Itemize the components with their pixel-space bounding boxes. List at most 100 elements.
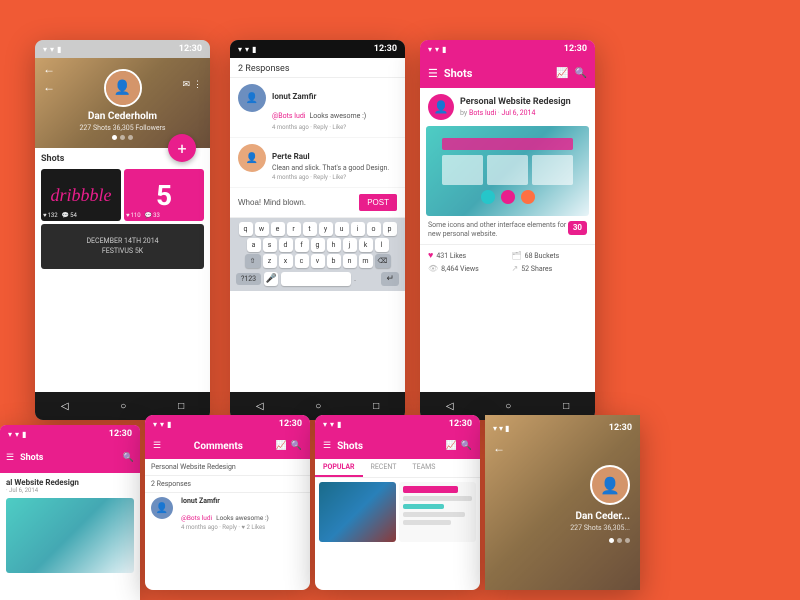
keyboard: qwertyuiop asdfghjkl ⇧zxcvbnm⌫ ?123 🎤 . … xyxy=(230,218,405,291)
comment-username-2: Perte Raul xyxy=(272,152,310,161)
comment-body-1: Ionut Zamfir @Bots ludi Looks awesome :)… xyxy=(272,84,397,131)
key-j[interactable]: j xyxy=(343,238,357,252)
status-time-3: 12:30 xyxy=(564,44,587,54)
name-b4: Dan Ceder... xyxy=(575,511,630,522)
key-q[interactable]: q xyxy=(239,222,253,236)
chart-b3[interactable]: 📈 xyxy=(446,441,457,451)
tab-teams[interactable]: TEAMS xyxy=(404,459,443,477)
signal-b3: ▾ xyxy=(323,420,327,429)
key-l[interactable]: l xyxy=(375,238,389,252)
app-bar-title: Shots xyxy=(444,67,550,80)
hamburger-b1[interactable]: ☰ xyxy=(6,453,14,463)
key-num[interactable]: ?123 xyxy=(236,273,261,285)
back-button[interactable]: ← xyxy=(43,62,55,76)
key-r[interactable]: r xyxy=(287,222,301,236)
mock-circle-3 xyxy=(521,190,535,204)
profile-avatar[interactable]: 👤 xyxy=(104,69,142,107)
keyboard-bottom: ?123 🎤 . ↵ xyxy=(233,270,402,288)
key-x[interactable]: x xyxy=(279,254,293,268)
heart-icon: ♥ xyxy=(428,250,433,261)
key-u[interactable]: u xyxy=(335,222,349,236)
key-k[interactable]: k xyxy=(359,238,373,252)
shot-ux[interactable] xyxy=(399,482,476,542)
profile-content-b4: 👤 Dan Ceder... 227 Shots 36,305... xyxy=(485,415,640,553)
bar-title-b1: Shots xyxy=(20,453,43,463)
key-d[interactable]: d xyxy=(279,238,293,252)
search-b3[interactable]: 🔍 xyxy=(461,441,472,451)
key-v[interactable]: v xyxy=(311,254,325,268)
shot-thumb-number5[interactable]: 5 ♥ 110 💬 33 xyxy=(124,169,204,221)
key-h[interactable]: h xyxy=(327,238,341,252)
key-o[interactable]: o xyxy=(367,222,381,236)
shot-thumb-festivus[interactable]: DECEMBER 14TH 2014FESTIVUS 5K xyxy=(41,224,204,269)
profile-name: Dan Cederholm xyxy=(88,111,157,122)
key-t[interactable]: t xyxy=(303,222,317,236)
post-button[interactable]: POST xyxy=(359,194,397,211)
battery-b1: ▮ xyxy=(22,430,26,439)
status-bar-b3: ▾ ▾ ▮ 12:30 xyxy=(315,415,480,433)
nav-home-2[interactable]: ○ xyxy=(315,401,321,412)
back-b4[interactable]: ← xyxy=(493,441,505,455)
hamburger-b3[interactable]: ☰ xyxy=(323,441,331,451)
key-f[interactable]: f xyxy=(295,238,309,252)
status-time-1: 12:30 xyxy=(179,44,202,54)
key-y[interactable]: y xyxy=(319,222,333,236)
sub-header-b2: Personal Website Redesign xyxy=(145,459,310,476)
key-s[interactable]: s xyxy=(263,238,277,252)
key-g[interactable]: g xyxy=(311,238,325,252)
status-bar-1: ▾ ▾ ▮ 12:30 xyxy=(35,40,210,58)
key-backspace[interactable]: ⌫ xyxy=(375,254,391,268)
shares-count: 52 Shares xyxy=(521,265,552,273)
meta-b2: 4 months ago · Reply · ♥ 2 Likes xyxy=(181,524,269,531)
nav-back-2[interactable]: ◁ xyxy=(256,401,264,412)
key-mic[interactable]: 🎤 xyxy=(264,272,278,286)
search-b2[interactable]: 🔍 xyxy=(291,441,302,451)
chart-icon[interactable]: 📈 xyxy=(556,68,568,79)
hamburger-b2[interactable]: ☰ xyxy=(153,441,161,451)
nav-back-1[interactable]: ◁ xyxy=(61,401,69,412)
status-bar-b1: ▾ ▾ ▮ 12:30 xyxy=(0,425,140,443)
phone-bottom-4: ▾ ▾ ▮ 12:30 ← 👤 Dan Ceder... 227 Shots 3… xyxy=(485,415,640,590)
design-mock xyxy=(426,126,589,216)
nav-back-3[interactable]: ◁ xyxy=(446,401,454,412)
key-m[interactable]: m xyxy=(359,254,373,268)
search-b1[interactable]: 🔍 xyxy=(123,453,134,463)
nav-square-1[interactable]: □ xyxy=(178,401,184,412)
tab-popular[interactable]: POPULAR xyxy=(315,459,363,477)
period-dot[interactable]: . xyxy=(354,275,356,283)
nav-home-3[interactable]: ○ xyxy=(505,401,511,412)
key-shift[interactable]: ⇧ xyxy=(245,254,261,268)
comment-input[interactable] xyxy=(238,198,355,207)
mock-header xyxy=(442,138,572,150)
nav-square-2[interactable]: □ xyxy=(373,401,379,412)
hamburger-icon[interactable]: ☰ xyxy=(428,67,438,80)
key-c[interactable]: c xyxy=(295,254,309,268)
shot-user-avatar[interactable]: 👤 xyxy=(428,94,454,120)
mock-icons xyxy=(481,190,535,204)
app-bar-b3: ☰ Shots 📈 🔍 xyxy=(315,433,480,459)
key-z[interactable]: z xyxy=(263,254,277,268)
nav-square-3[interactable]: □ xyxy=(563,401,569,412)
shot-thumb-dribbble[interactable]: dribbble ♥ 132 💬 54 xyxy=(41,169,121,221)
key-enter[interactable]: ↵ xyxy=(381,272,399,286)
chart-b2[interactable]: 📈 xyxy=(276,441,287,451)
tab-recent[interactable]: RECENT xyxy=(363,459,405,477)
key-n[interactable]: n xyxy=(343,254,357,268)
key-b[interactable]: b xyxy=(327,254,341,268)
nav-home-1[interactable]: ○ xyxy=(120,401,126,412)
views-count: 8,464 Views xyxy=(441,265,479,273)
key-i[interactable]: i xyxy=(351,222,365,236)
more-options-icon[interactable]: ⋮ xyxy=(193,80,202,90)
key-space[interactable] xyxy=(281,272,351,286)
fab-add-button[interactable]: + xyxy=(168,134,196,162)
envelope-icon[interactable]: ✉ xyxy=(182,80,190,90)
search-icon[interactable]: 🔍 xyxy=(575,68,587,79)
dot-b4-1 xyxy=(609,538,614,543)
key-a[interactable]: a xyxy=(247,238,261,252)
comment-avatar-2: 👤 xyxy=(238,144,266,172)
key-p[interactable]: p xyxy=(383,222,397,236)
key-e[interactable]: e xyxy=(271,222,285,236)
shots-grid-b3 xyxy=(315,478,480,546)
key-w[interactable]: w xyxy=(255,222,269,236)
shot-city[interactable] xyxy=(319,482,396,542)
